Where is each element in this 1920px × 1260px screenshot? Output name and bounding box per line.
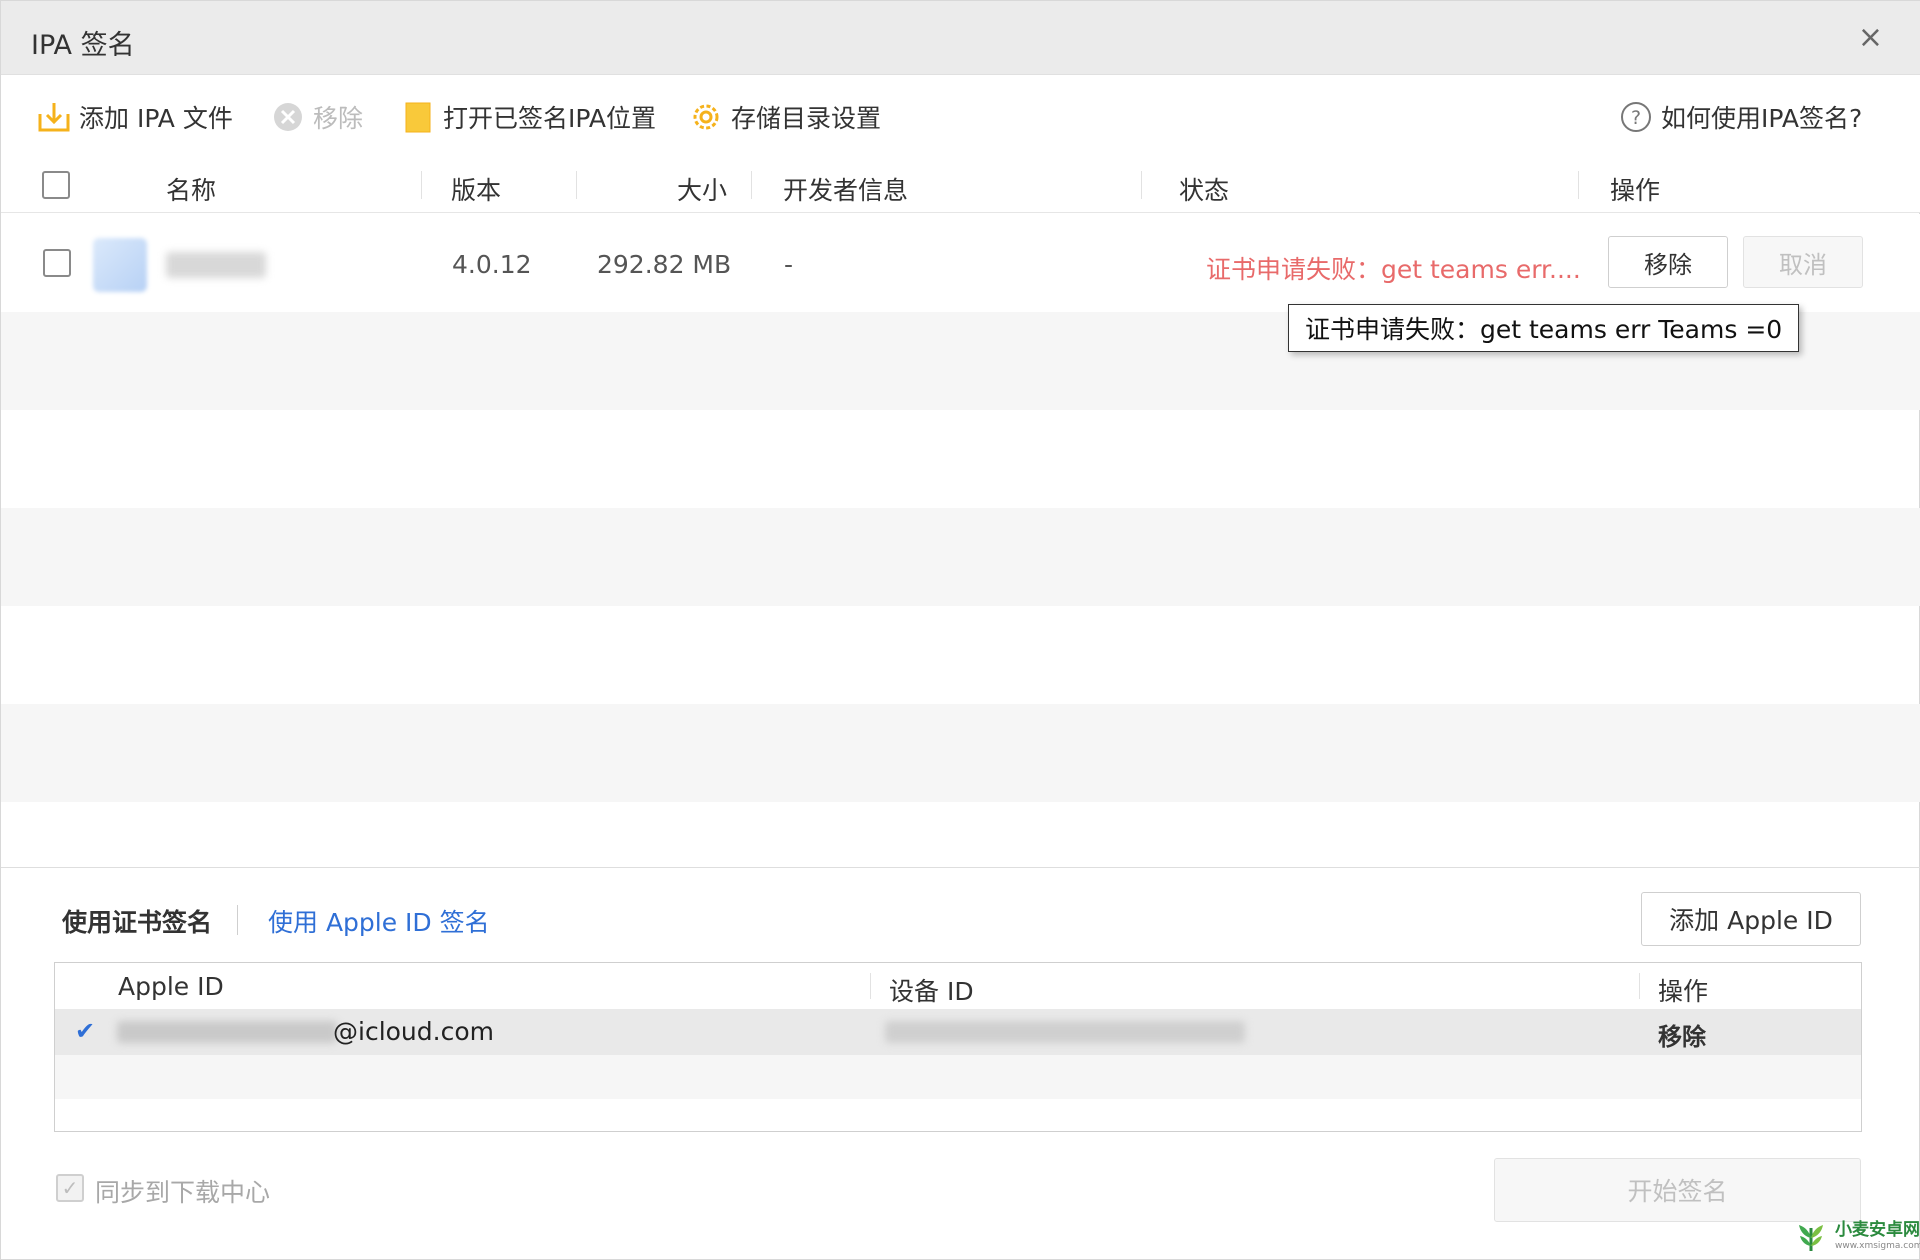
svg-text:?: ?: [1631, 107, 1641, 129]
close-icon[interactable]: ×: [1858, 23, 1883, 53]
empty-row: [1, 606, 1920, 704]
empty-row: [1, 410, 1920, 508]
storage-settings-button[interactable]: 存储目录设置: [689, 97, 881, 137]
row-developer: -: [784, 250, 794, 279]
file-table-header: 名称 版本 大小 开发者信息 状态 操作: [1, 157, 1920, 213]
row-version: 4.0.12: [452, 250, 532, 279]
ipa-sign-dialog: IPA 签名 × 添加 IPA 文件 移除 打开已签名IPA位置 存储目录设置 …: [0, 0, 1920, 1260]
add-file-icon: [38, 103, 70, 132]
row-remove-button[interactable]: 移除: [1608, 236, 1728, 288]
row-checkbox[interactable]: [43, 249, 71, 277]
sign-method-tabs: 使用证书签名 使用 Apple ID 签名 添加 Apple ID: [1, 891, 1920, 951]
row-status-error[interactable]: 证书申请失败：get teams err....: [1206, 250, 1581, 286]
remove-circle-icon: [274, 103, 302, 131]
app-name-redacted: [166, 252, 266, 278]
folder-icon: [405, 102, 431, 133]
checkmark-icon: ✔: [75, 1017, 96, 1045]
select-all-checkbox[interactable]: [42, 171, 70, 199]
apple-id-table: Apple ID 设备 ID 操作 ✔ @icloud.com 移除: [54, 962, 1862, 1132]
storage-settings-label: 存储目录设置: [731, 104, 882, 133]
sync-label: 同步到下载中心: [95, 1178, 271, 1207]
col-divider: [576, 171, 577, 199]
open-signed-location-button[interactable]: 打开已签名IPA位置: [401, 97, 656, 137]
gear-icon: [693, 104, 719, 130]
tab-apple-id-sign[interactable]: 使用 Apple ID 签名: [268, 903, 490, 939]
col-status: 状态: [1179, 176, 1230, 205]
apple-id-table-header: Apple ID 设备 ID 操作: [55, 963, 1861, 1009]
col-divider: [421, 171, 422, 199]
empty-row: [55, 1055, 1861, 1099]
col-device-id: 设备 ID: [889, 977, 974, 1006]
add-ipa-label: 添加 IPA 文件: [79, 104, 233, 133]
add-apple-id-button[interactable]: 添加 Apple ID: [1641, 892, 1861, 946]
col-size: 大小: [677, 176, 728, 205]
col-developer: 开发者信息: [783, 176, 909, 205]
col-divider: [1578, 171, 1579, 199]
apple-id-email-suffix: @icloud.com: [333, 1017, 494, 1046]
help-link[interactable]: ? 如何使用IPA签名?: [1619, 97, 1862, 137]
title-bar: IPA 签名 ×: [1, 1, 1920, 75]
empty-row: [1, 508, 1920, 606]
remove-toolbar-label: 移除: [313, 104, 364, 133]
start-sign-button[interactable]: 开始签名: [1494, 1158, 1861, 1222]
watermark-name: 小麦安卓网: [1835, 1219, 1920, 1240]
apple-id-remove-link[interactable]: 移除: [1658, 1017, 1706, 1052]
col-divider: [1141, 171, 1142, 199]
col-divider: [1639, 973, 1640, 999]
apple-id-row[interactable]: ✔ @icloud.com 移除: [55, 1009, 1861, 1055]
sync-checkbox[interactable]: ✓: [56, 1174, 84, 1202]
section-divider: [1, 867, 1920, 868]
add-ipa-button[interactable]: 添加 IPA 文件: [37, 97, 233, 137]
table-row[interactable]: 4.0.12 292.82 MB - 证书申请失败：get teams err.…: [1, 214, 1920, 312]
tab-divider: [237, 905, 238, 935]
empty-row: [1, 704, 1920, 802]
row-cancel-button[interactable]: 取消: [1743, 236, 1863, 288]
device-id-redacted: [885, 1021, 1245, 1043]
wheat-logo-icon: [1799, 1225, 1823, 1251]
tab-cert-sign[interactable]: 使用证书签名: [62, 903, 212, 939]
question-icon: ?: [1621, 102, 1651, 132]
open-signed-label: 打开已签名IPA位置: [443, 104, 656, 133]
col-divider: [751, 171, 752, 199]
col-version: 版本: [451, 176, 502, 205]
status-tooltip: 证书申请失败：get teams err Teams =0: [1288, 304, 1800, 352]
toolbar: 添加 IPA 文件 移除 打开已签名IPA位置 存储目录设置 ? 如何使用IPA…: [1, 75, 1920, 157]
app-icon: [93, 238, 147, 292]
footer: ✓ 同步到下载中心 开始签名: [1, 1151, 1920, 1260]
col-name: 名称: [166, 176, 217, 205]
remove-toolbar-button[interactable]: 移除: [271, 97, 363, 137]
dialog-title: IPA 签名: [31, 30, 135, 61]
col-apple-id: Apple ID: [118, 972, 224, 1001]
col-id-actions: 操作: [1658, 977, 1709, 1006]
watermark: 小麦安卓网 www.xmsigma.com: [1793, 1217, 1920, 1255]
help-label: 如何使用IPA签名?: [1661, 104, 1863, 133]
row-size: 292.82 MB: [597, 250, 732, 279]
apple-id-redacted: [117, 1021, 337, 1043]
watermark-url: www.xmsigma.com: [1835, 1240, 1920, 1251]
col-actions: 操作: [1610, 176, 1661, 205]
col-divider: [870, 973, 871, 999]
